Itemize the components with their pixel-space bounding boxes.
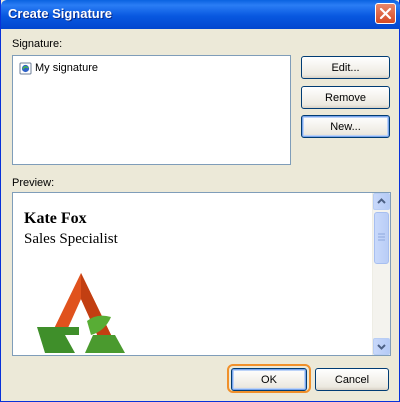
scroll-down-button[interactable] — [373, 338, 390, 355]
signature-preview[interactable]: Kate Fox Sales Specialist — [12, 192, 391, 356]
list-item[interactable]: My signature — [19, 60, 98, 76]
create-signature-dialog: Create Signature Signature: My signature… — [0, 0, 400, 402]
edit-button[interactable]: Edit... — [301, 56, 390, 79]
preview-scrollbar[interactable] — [372, 193, 390, 355]
close-button[interactable] — [375, 3, 396, 24]
signature-list[interactable]: My signature — [12, 55, 291, 165]
new-button[interactable]: New... — [301, 115, 390, 138]
dialog-title: Create Signature — [8, 6, 113, 21]
cancel-button[interactable]: Cancel — [315, 368, 389, 391]
company-logo-icon — [37, 273, 125, 353]
preview-name: Kate Fox — [24, 210, 87, 227]
grip-icon — [378, 233, 385, 241]
ok-button[interactable]: OK — [231, 368, 307, 391]
signature-icon — [19, 62, 32, 74]
title-bar[interactable]: Create Signature — [1, 0, 400, 29]
list-item-label: My signature — [35, 62, 98, 74]
close-icon — [379, 7, 392, 20]
scroll-up-button[interactable] — [373, 193, 390, 210]
preview-job-title: Sales Specialist — [24, 231, 118, 247]
remove-button[interactable]: Remove — [301, 86, 390, 109]
chevron-up-icon — [377, 198, 386, 204]
signature-label: Signature: — [12, 38, 63, 50]
scroll-thumb[interactable] — [374, 212, 389, 264]
chevron-down-icon — [377, 344, 386, 350]
preview-label: Preview: — [12, 177, 55, 189]
